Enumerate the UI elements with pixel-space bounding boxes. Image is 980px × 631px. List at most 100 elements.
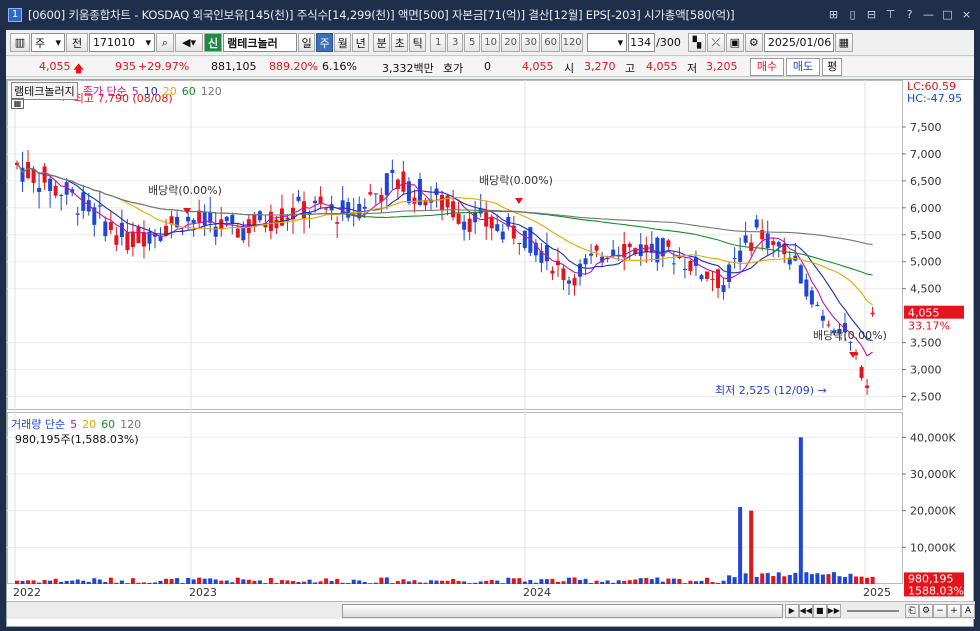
volume-bar bbox=[92, 578, 97, 584]
chart-type-icon[interactable]: ▥ bbox=[10, 33, 30, 52]
minimize-icon[interactable]: — bbox=[921, 7, 936, 22]
candle-body bbox=[97, 205, 102, 207]
pin-icon[interactable]: ⊤ bbox=[883, 7, 898, 22]
volume-bar bbox=[169, 579, 174, 584]
interval-20[interactable]: 20 bbox=[501, 33, 521, 52]
help-icon[interactable]: ? bbox=[902, 7, 917, 22]
candle-body bbox=[103, 221, 108, 237]
chart-canvas[interactable]: 7,500 7,000 6,500 6,000 5,500 5,000 4,500 3,500… bbox=[7, 80, 973, 600]
volume-bar bbox=[119, 580, 124, 584]
volume-bar bbox=[644, 577, 649, 584]
indicator-icon[interactable]: ▚ bbox=[687, 33, 706, 52]
speaker-icon[interactable]: ◀▾ bbox=[175, 33, 203, 52]
tab-day[interactable]: 일 bbox=[298, 33, 316, 52]
dividend-annotation: 배당락(0.00%) bbox=[148, 184, 222, 197]
zoom-slider[interactable] bbox=[846, 609, 899, 612]
gear-icon[interactable]: ⚙ bbox=[919, 603, 933, 618]
custom-interval-select[interactable]: ▾ bbox=[587, 33, 628, 52]
count-input[interactable]: 134 bbox=[628, 33, 656, 52]
sell-button[interactable]: 매도 bbox=[786, 58, 820, 76]
mode-button[interactable]: 전 bbox=[66, 33, 88, 52]
calendar-icon[interactable]: ▦ bbox=[834, 33, 853, 52]
volume-bar bbox=[716, 582, 721, 584]
volume-bar bbox=[373, 582, 378, 584]
save-icon[interactable]: ▣ bbox=[725, 33, 744, 52]
volume-bar bbox=[141, 582, 146, 584]
x-axis-label: 2025 bbox=[863, 586, 891, 599]
scroll-right-icon[interactable]: ▶ bbox=[784, 603, 799, 618]
candle-body bbox=[59, 195, 64, 197]
zoom-in-icon[interactable]: + bbox=[947, 603, 961, 618]
interval-10[interactable]: 10 bbox=[481, 33, 501, 52]
restore-icon[interactable]: ▯ bbox=[845, 7, 860, 22]
volume-bar bbox=[815, 573, 820, 584]
tab-second[interactable]: 초 bbox=[391, 33, 409, 52]
quote-bar: 4,055 🡅 935 +29.97% 881,105 889.20% 6.16… bbox=[6, 57, 974, 77]
gear-icon[interactable]: ⚙ bbox=[744, 33, 763, 52]
tab-year[interactable]: 년 bbox=[352, 33, 370, 52]
stop-icon[interactable]: ■ bbox=[812, 603, 827, 618]
volume-bar bbox=[688, 580, 693, 584]
grid-toggle-icon[interactable]: ▦ bbox=[11, 98, 24, 109]
candle-body bbox=[743, 235, 748, 243]
candle-body bbox=[705, 271, 709, 279]
candle-body bbox=[440, 194, 445, 211]
volume-bar bbox=[660, 581, 665, 584]
volume-bar bbox=[86, 581, 91, 584]
link-icon[interactable]: ⊞ bbox=[826, 7, 841, 22]
interval-3[interactable]: 3 bbox=[447, 33, 464, 52]
tile-icon[interactable]: ⊟ bbox=[864, 7, 879, 22]
search-icon[interactable]: ⌕ bbox=[156, 33, 174, 52]
volume-bar bbox=[335, 578, 340, 584]
forward-icon[interactable]: ▶▶ bbox=[826, 603, 841, 618]
credit-badge[interactable]: 신 bbox=[204, 33, 223, 52]
tab-week[interactable]: 주 bbox=[316, 33, 334, 52]
font-icon[interactable]: A bbox=[961, 603, 975, 618]
candle-body bbox=[682, 268, 687, 270]
volume-bar bbox=[291, 581, 295, 584]
up-arrow-icon: 🡅 bbox=[73, 62, 85, 75]
scroll-bar: ▶ ◀◀ ■ ▶▶ ⎗ ⚙ − + A bbox=[7, 601, 975, 619]
volume-tick-label: 20,000K bbox=[910, 505, 956, 518]
volume-bar bbox=[114, 582, 119, 584]
chart-area[interactable]: 7,500 7,000 6,500 6,000 5,500 5,000 4,500 3,500… bbox=[6, 79, 975, 627]
volume-bar bbox=[804, 572, 809, 584]
volume-bar bbox=[732, 577, 737, 584]
buy-button[interactable]: 매수 bbox=[750, 58, 784, 76]
date-input[interactable]: 2025/01/06 bbox=[763, 33, 834, 52]
dividend-marker-icon bbox=[515, 198, 523, 204]
candle-body bbox=[776, 242, 781, 247]
volume-bar bbox=[655, 577, 660, 584]
rewind-icon[interactable]: ◀◀ bbox=[798, 603, 813, 618]
volume-bar bbox=[473, 582, 478, 584]
drawing-icon[interactable]: ⤫ bbox=[706, 33, 725, 52]
volume-bar bbox=[257, 580, 262, 584]
candle-body bbox=[114, 235, 119, 245]
close-icon[interactable]: × bbox=[959, 7, 974, 22]
interval-120[interactable]: 120 bbox=[561, 33, 584, 52]
interval-1[interactable]: 1 bbox=[430, 33, 447, 52]
zoom-out-icon[interactable]: − bbox=[933, 603, 947, 618]
interval-30[interactable]: 30 bbox=[521, 33, 541, 52]
interval-60[interactable]: 60 bbox=[541, 33, 561, 52]
candle-body bbox=[257, 211, 262, 221]
turnover-rate: 6.16% bbox=[322, 60, 357, 73]
tab-tick[interactable]: 틱 bbox=[409, 33, 427, 52]
volume-bar bbox=[622, 580, 627, 584]
volume-bar bbox=[848, 573, 853, 584]
interval-5[interactable]: 5 bbox=[464, 33, 481, 52]
maximize-icon[interactable]: □ bbox=[940, 7, 955, 22]
period-select[interactable]: 주 ▾ bbox=[31, 33, 65, 52]
scroll-thumb[interactable] bbox=[342, 603, 783, 618]
stock-code-input[interactable]: 171010 ▾ bbox=[89, 33, 155, 52]
stock-code-value: 171010 bbox=[93, 36, 135, 49]
volume-bar bbox=[180, 583, 185, 584]
stock-name-field[interactable]: 램테크놀러 bbox=[223, 33, 298, 52]
volume-bar bbox=[445, 580, 450, 584]
candle-body bbox=[158, 236, 163, 241]
volume-bar bbox=[760, 573, 765, 584]
tab-month[interactable]: 월 bbox=[334, 33, 352, 52]
fit-icon[interactable]: ⎗ bbox=[905, 603, 919, 618]
tab-minute[interactable]: 분 bbox=[373, 33, 391, 52]
balance-button[interactable]: 평 bbox=[822, 58, 842, 76]
